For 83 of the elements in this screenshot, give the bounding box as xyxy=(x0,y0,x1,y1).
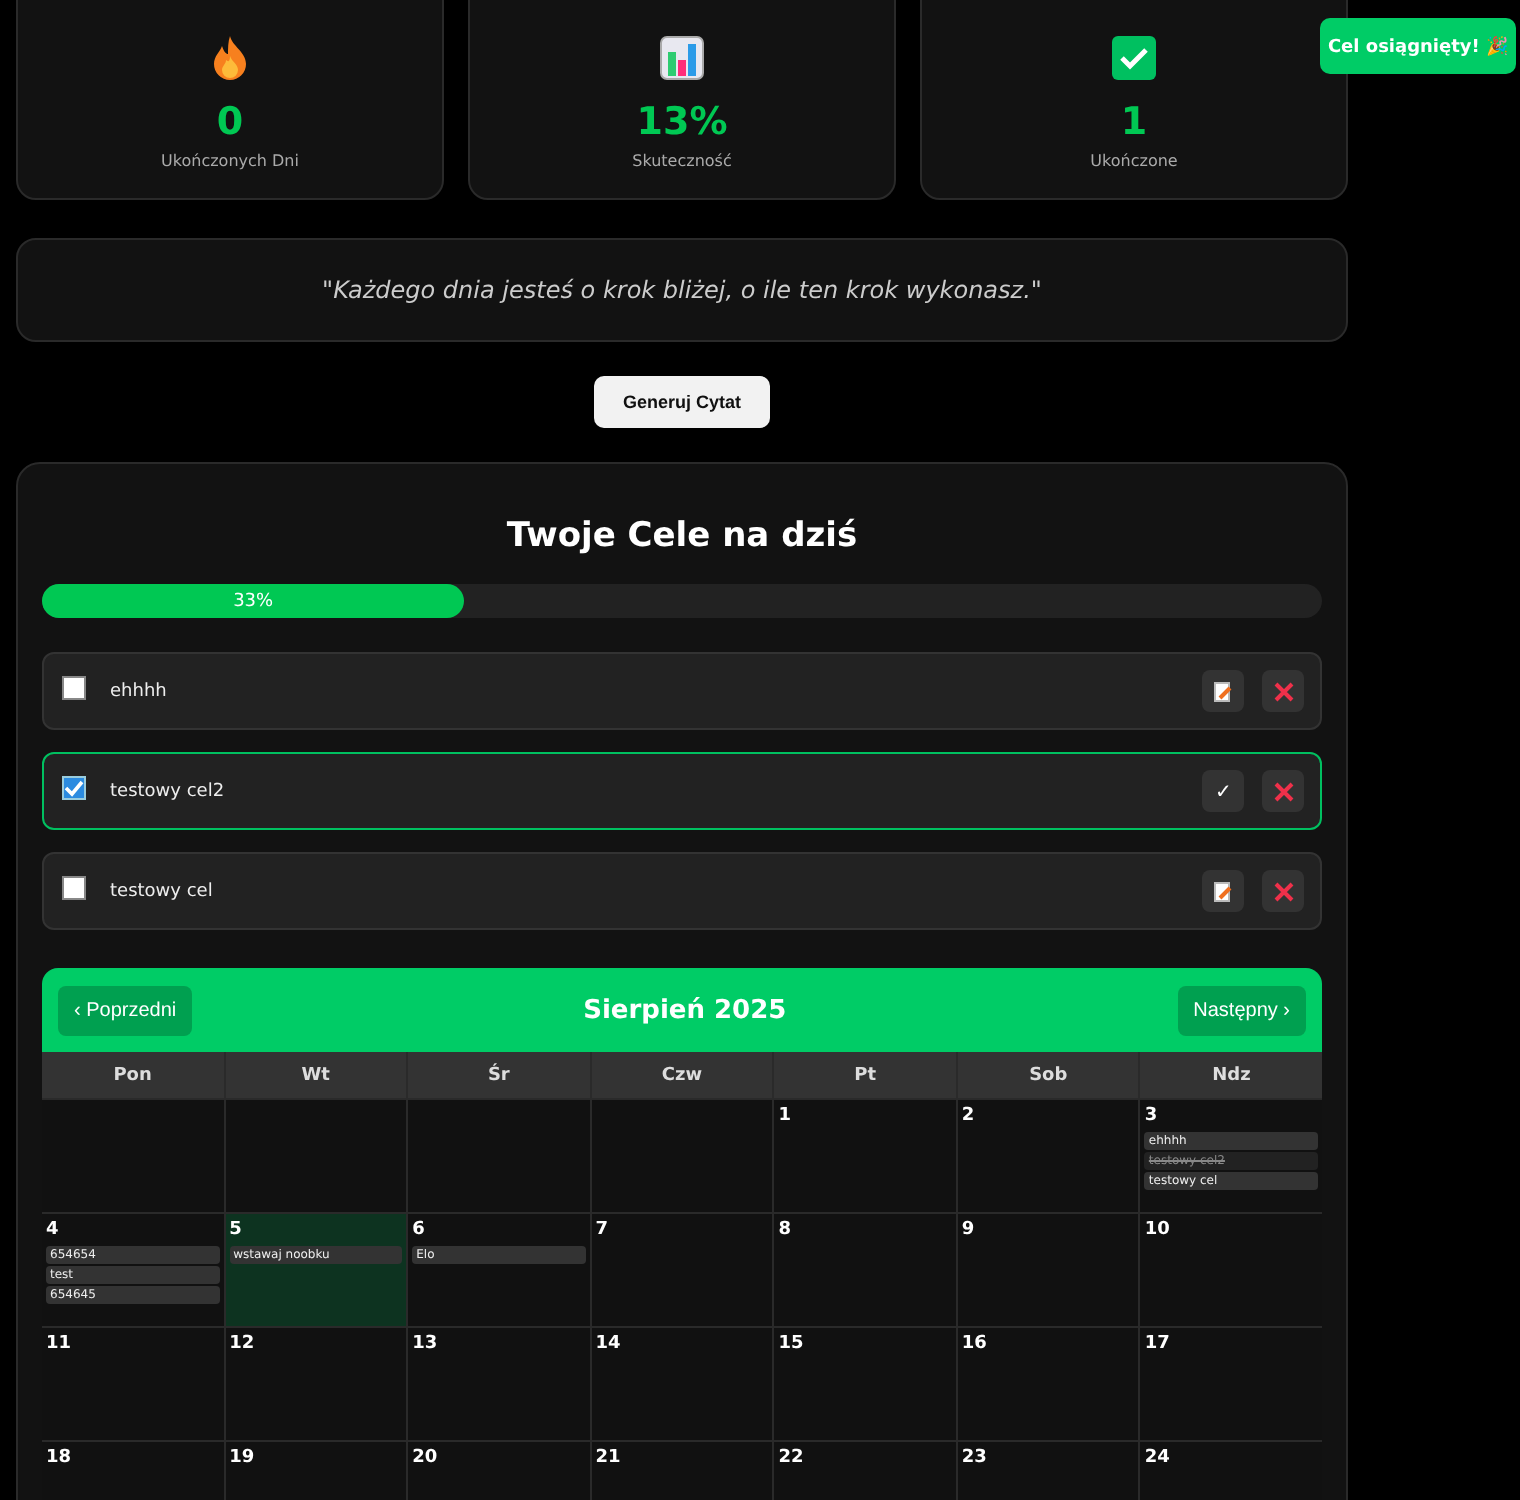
stat-value: 1 xyxy=(1120,100,1148,144)
close-icon xyxy=(1273,781,1293,801)
panel-title: Twoje Cele na dziś xyxy=(504,516,860,556)
day-number: 11 xyxy=(46,1334,74,1354)
stat-value: 13% xyxy=(636,100,728,144)
progress-label: 33% xyxy=(233,591,274,611)
goal-text: testowy cel2 xyxy=(110,781,227,801)
day-number: 2 xyxy=(961,1106,977,1126)
stat-label: Ukończone xyxy=(1090,152,1178,170)
day-number: 15 xyxy=(778,1334,806,1354)
day-cell[interactable]: 14 xyxy=(591,1328,773,1440)
day-cell[interactable]: 18 xyxy=(42,1442,224,1500)
day-number: 18 xyxy=(46,1448,74,1468)
checkbox[interactable] xyxy=(62,775,86,799)
toast-notification: Cel osiągnięty! 🎉 xyxy=(1320,18,1516,74)
day-number: 4 xyxy=(46,1220,61,1240)
checkbox[interactable] xyxy=(62,875,86,899)
day-cell[interactable]: 8 xyxy=(774,1214,956,1326)
day-cell[interactable]: 20 xyxy=(408,1442,590,1500)
weekday-header: Wt xyxy=(225,1052,407,1098)
day-number: 12 xyxy=(229,1334,257,1354)
day-cell[interactable]: 21 xyxy=(591,1442,773,1500)
day-cell[interactable]: 15 xyxy=(774,1328,956,1440)
stat-label: Ukończonych Dni xyxy=(161,152,299,170)
day-number: 21 xyxy=(595,1448,623,1468)
day-cell[interactable]: 16 xyxy=(957,1328,1139,1440)
checkbox[interactable] xyxy=(62,675,86,699)
stat-label: Skuteczność xyxy=(632,152,732,170)
day-number: 24 xyxy=(1144,1448,1172,1468)
day-cell[interactable]: 23 xyxy=(957,1442,1139,1500)
day-cell[interactable]: 13 xyxy=(408,1328,590,1440)
day-cell[interactable]: 10 xyxy=(1140,1214,1322,1326)
day-cell[interactable]: 9 xyxy=(957,1214,1139,1326)
month-title: Sierpień 2025 xyxy=(583,995,787,1025)
edit-button[interactable] xyxy=(1202,670,1244,712)
day-number: 19 xyxy=(229,1448,257,1468)
bar-chart-icon xyxy=(660,36,704,80)
day-cell[interactable]: 1 xyxy=(774,1100,956,1212)
day-cell[interactable]: 11 xyxy=(42,1328,224,1440)
day-number: 5 xyxy=(229,1220,244,1240)
day-number: 14 xyxy=(595,1334,623,1354)
generate-quote-button[interactable]: Generuj Cytat xyxy=(594,376,769,428)
day-cell[interactable]: 17 xyxy=(1140,1328,1322,1440)
day-number: 9 xyxy=(961,1220,977,1240)
close-icon xyxy=(1273,881,1293,901)
day-number: 13 xyxy=(412,1334,440,1354)
day-number: 3 xyxy=(1144,1106,1160,1126)
weekday-header: Pt xyxy=(774,1052,956,1098)
memo-icon xyxy=(1214,681,1232,701)
day-number: 8 xyxy=(778,1220,794,1240)
goal-text: testowy cel xyxy=(110,881,215,901)
checkmark-icon xyxy=(1112,36,1156,80)
day-number: 16 xyxy=(961,1334,989,1354)
weekday-header: Sob xyxy=(957,1052,1139,1098)
day-cell[interactable]: 7 xyxy=(591,1214,773,1326)
delete-button[interactable] xyxy=(1262,870,1304,912)
day-cell[interactable]: 2 xyxy=(957,1100,1139,1212)
stat-value: 0 xyxy=(216,100,244,144)
flame-icon xyxy=(212,36,248,80)
day-number: 17 xyxy=(1144,1334,1172,1354)
day-number: 20 xyxy=(412,1448,440,1468)
day-number: 6 xyxy=(412,1220,427,1240)
weekday-header: Ndz xyxy=(1140,1052,1322,1098)
memo-icon xyxy=(1214,881,1232,901)
day-number: 10 xyxy=(1144,1220,1172,1240)
weekday-header: Czw xyxy=(591,1052,773,1098)
day-cell[interactable]: 22 xyxy=(774,1442,956,1500)
weekday-header: Pon xyxy=(42,1052,224,1098)
day-number: 23 xyxy=(961,1448,989,1468)
delete-button[interactable] xyxy=(1262,670,1304,712)
done-button[interactable]: ✓ xyxy=(1202,770,1244,812)
day-number: 7 xyxy=(595,1220,610,1240)
day-cell[interactable]: 19 xyxy=(225,1442,407,1500)
day-cell[interactable]: 12 xyxy=(225,1328,407,1440)
day-number: 22 xyxy=(778,1448,806,1468)
weekday-header: Śr xyxy=(408,1052,590,1098)
goal-text: ehhhh xyxy=(110,681,169,701)
quote-text: "Każdego dnia jesteś o krok bliżej, o ile ten krok wykonasz." xyxy=(322,276,1042,304)
day-cell[interactable]: 24 xyxy=(1140,1442,1322,1500)
edit-button[interactable] xyxy=(1202,870,1244,912)
close-icon xyxy=(1273,681,1293,701)
day-number: 1 xyxy=(778,1106,794,1126)
delete-button[interactable] xyxy=(1262,770,1304,812)
